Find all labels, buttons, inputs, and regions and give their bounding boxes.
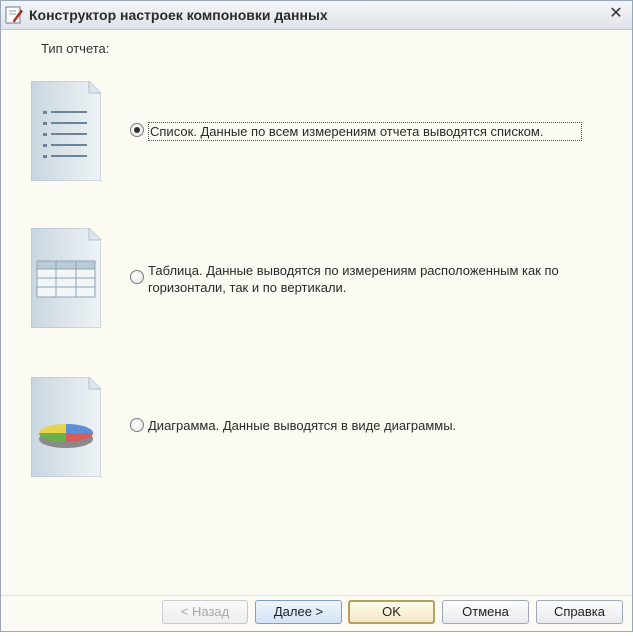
next-button[interactable]: Далее > [255, 600, 342, 624]
radio-button[interactable] [130, 270, 144, 284]
table-document-icon [31, 228, 101, 328]
report-type-list-radio[interactable]: Список. Данные по всем измерениям отчета… [130, 122, 582, 141]
option-chart-label[interactable]: Диаграмма. Данные выводятся в виде диагр… [148, 417, 456, 434]
report-type-chart-radio[interactable]: Диаграмма. Данные выводятся в виде диагр… [130, 417, 456, 434]
report-type-label: Тип отчета: [41, 41, 110, 56]
cancel-button[interactable]: Отмена [442, 600, 529, 624]
radio-button-checked[interactable] [130, 123, 144, 137]
close-button[interactable]: ✕ [608, 6, 624, 22]
window-title: Конструктор настроек компоновки данных [29, 7, 328, 23]
title-bar[interactable]: Конструктор настроек компоновки данных ✕ [1, 1, 632, 30]
ok-button[interactable]: OK [348, 600, 435, 624]
radio-button[interactable] [130, 418, 144, 432]
constructor-dialog: Конструктор настроек компоновки данных ✕… [0, 0, 633, 632]
wizard-pencil-icon [5, 6, 23, 24]
option-list-label[interactable]: Список. Данные по всем измерениям отчета… [148, 122, 582, 141]
option-table-label[interactable]: Таблица. Данные выводятся по измерениям … [148, 262, 603, 296]
help-button[interactable]: Справка [536, 600, 623, 624]
button-bar-divider [1, 595, 632, 596]
back-button[interactable]: < Назад [162, 600, 248, 624]
list-document-icon [31, 81, 101, 181]
report-type-table-radio[interactable]: Таблица. Данные выводятся по измерениям … [130, 262, 603, 296]
chart-document-icon [31, 377, 101, 477]
